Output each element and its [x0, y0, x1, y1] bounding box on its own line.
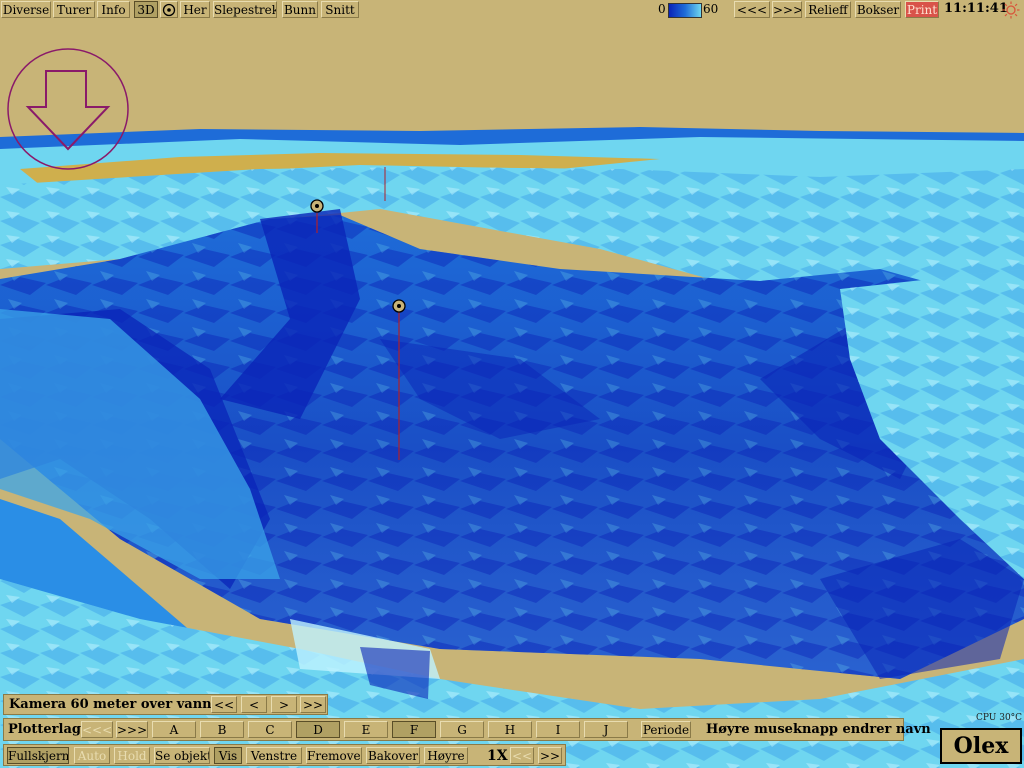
sun-icon[interactable] [1002, 1, 1020, 19]
menu-turer[interactable]: Turer [53, 1, 95, 18]
venstre-button[interactable]: Venstre [246, 747, 302, 764]
history-forward-button[interactable]: >>> [772, 1, 802, 18]
menu-her[interactable]: Her [180, 1, 210, 18]
vis-button[interactable]: Vis [214, 747, 242, 764]
periode-button[interactable]: Periode [641, 721, 691, 738]
se-objekt-button[interactable]: Se objekt [154, 747, 210, 764]
bokser-button[interactable]: Bokser [855, 1, 901, 18]
cpu-temperature: CPU 30°C [976, 713, 1023, 723]
camera-label: Kamera 60 meter over vann [9, 697, 212, 712]
camera-back-button[interactable]: < [241, 696, 267, 713]
menu-3d[interactable]: 3D [134, 1, 158, 18]
target-button[interactable] [160, 1, 178, 18]
print-button[interactable]: Print [905, 1, 939, 18]
layer-e-button[interactable]: E [344, 721, 388, 738]
layer-i-button[interactable]: I [536, 721, 580, 738]
plotterlag-back-button[interactable]: <<< [81, 721, 113, 738]
layer-h-button[interactable]: H [488, 721, 532, 738]
layer-d-button[interactable]: D [296, 721, 340, 738]
auto-button[interactable]: Auto [74, 747, 110, 764]
menu-slepestrek[interactable]: Slepestrek [213, 1, 277, 18]
layer-c-button[interactable]: C [248, 721, 292, 738]
speed-indicator: 1X [487, 748, 508, 764]
depth-scale-min: 0 [658, 2, 666, 16]
olex-logo: Olex [940, 728, 1022, 764]
camera-forward-button[interactable]: > [271, 696, 297, 713]
plotterlag-panel: Plotterlag <<< >>> A B C D E F G H I J P… [3, 718, 931, 741]
camera-panel: Kamera 60 meter over vann << < > >> [3, 694, 328, 715]
navigation-panel: Fullskjerm Auto Hold Se objekt Vis Venst… [3, 744, 566, 766]
fullskjerm-button[interactable]: Fullskjerm [7, 747, 69, 764]
menu-info[interactable]: Info [97, 1, 130, 18]
speed-down-button[interactable]: << [510, 747, 534, 764]
target-icon [162, 3, 176, 17]
menu-diverse[interactable]: Diverse [1, 1, 51, 18]
plotterlag-hint: Høyre museknapp endrer navn [706, 722, 931, 737]
hoyre-button[interactable]: Høyre [424, 747, 468, 764]
depth-scale-max: 60 [703, 2, 719, 16]
layer-j-button[interactable]: J [584, 721, 628, 738]
layer-g-button[interactable]: G [440, 721, 484, 738]
layer-a-button[interactable]: A [152, 721, 196, 738]
history-back-button[interactable]: <<< [734, 1, 770, 18]
menu-bunn[interactable]: Bunn [282, 1, 318, 18]
menu-snitt[interactable]: Snitt [321, 1, 359, 18]
plotterlag-label: Plotterlag [8, 722, 81, 737]
camera-fast-forward-button[interactable]: >> [300, 696, 326, 713]
clock: 11:11:41 [944, 1, 1008, 16]
layer-f-button[interactable]: F [392, 721, 436, 738]
hold-button[interactable]: Hold [114, 747, 150, 764]
speed-up-button[interactable]: >> [538, 747, 562, 764]
layer-b-button[interactable]: B [200, 721, 244, 738]
fremover-button[interactable]: Fremover [306, 747, 362, 764]
relieff-button[interactable]: Relieff [805, 1, 851, 18]
seabed-3d-view[interactable] [0, 19, 1024, 768]
camera-fast-back-button[interactable]: << [211, 696, 237, 713]
top-toolbar: Diverse Turer Info 3D Her Slepestrek Bun… [0, 0, 1024, 20]
depth-scale-gradient [668, 3, 702, 18]
plotterlag-forward-button[interactable]: >>> [116, 721, 148, 738]
bakover-button[interactable]: Bakover [366, 747, 420, 764]
